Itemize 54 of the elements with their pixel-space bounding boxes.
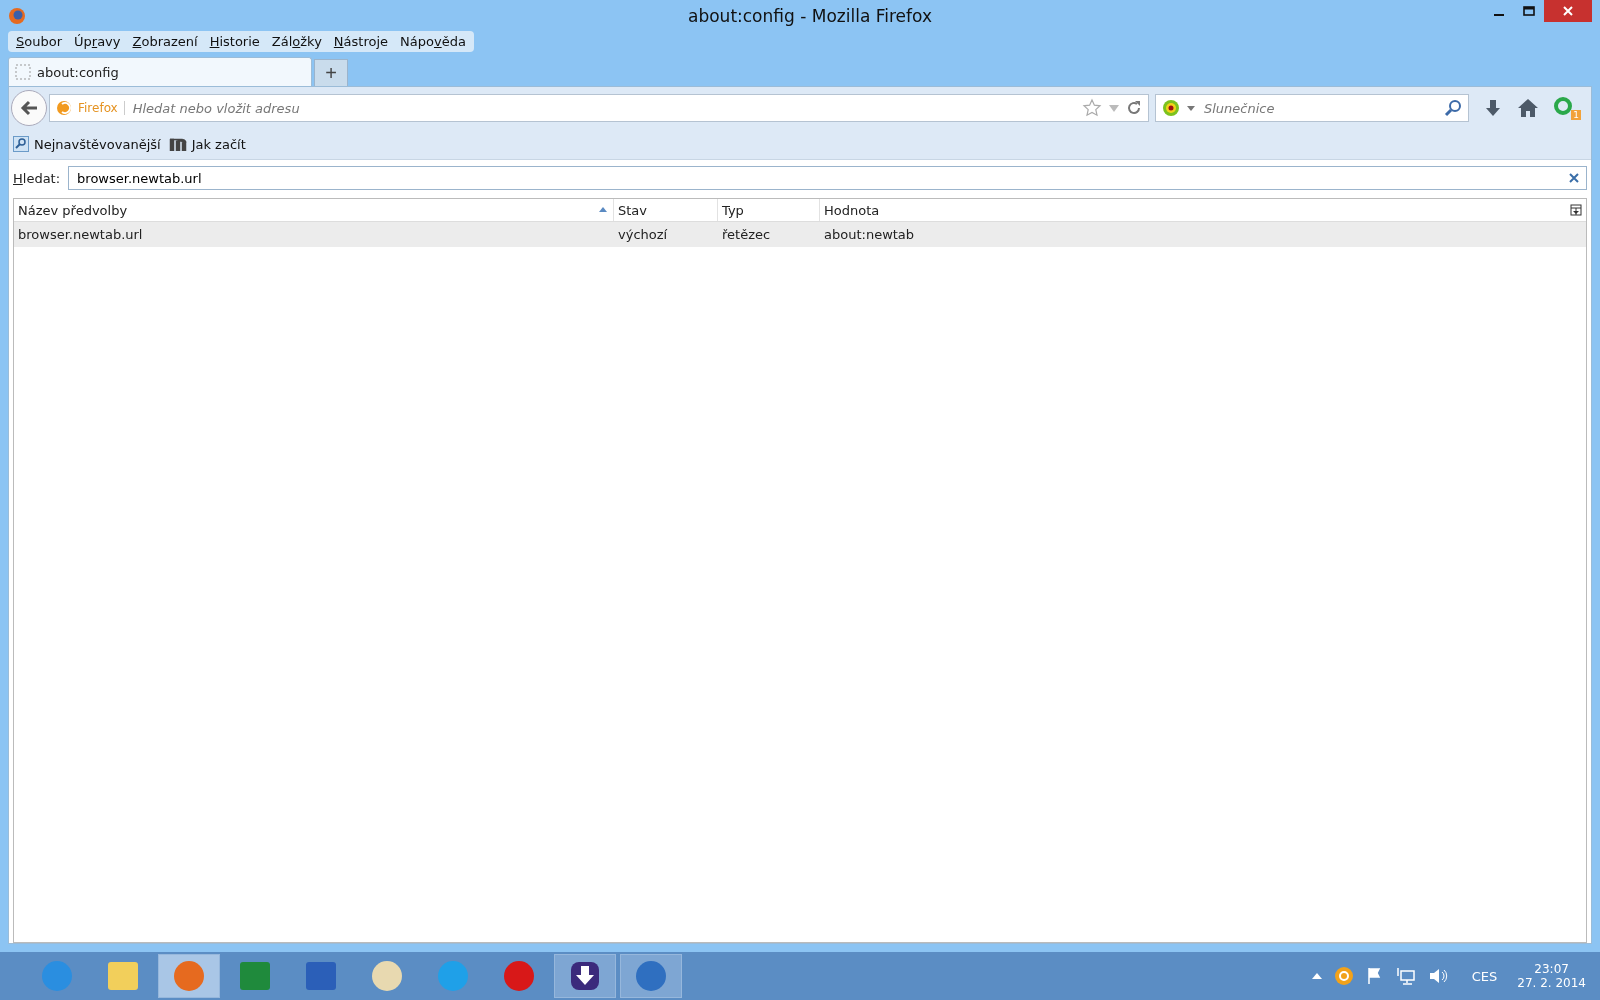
table-row[interactable]: browser.newtab.url výchozí řetězec about:newtab	[14, 222, 1586, 247]
column-header[interactable]: Stav	[614, 199, 718, 221]
firefox-logo-icon	[56, 100, 72, 116]
menu-item[interactable]: Nápověda	[394, 32, 472, 51]
clear-icon[interactable]	[1568, 172, 1580, 184]
tray-expand-icon[interactable]	[1311, 973, 1322, 979]
search-field[interactable]: Slunečnice	[1155, 94, 1469, 122]
firefox-logo-icon	[8, 6, 26, 25]
back-button[interactable]	[11, 90, 47, 126]
maximize-icon	[1523, 6, 1535, 16]
menu-item[interactable]: Soubor	[10, 32, 68, 51]
search-label: Hledat:	[13, 170, 61, 186]
identity-label: Firefox	[78, 101, 125, 115]
dropdown-arrow-icon[interactable]	[1108, 103, 1120, 113]
menu-item[interactable]: Nástroje	[327, 32, 395, 51]
magnifier-icon	[13, 136, 29, 152]
reload-icon[interactable]	[1126, 100, 1142, 116]
column-header[interactable]: Název předvolby	[14, 199, 614, 221]
menu-item[interactable]: Úpravy	[68, 32, 127, 51]
sunflower-icon	[1162, 99, 1180, 117]
star-icon[interactable]	[1082, 98, 1102, 118]
column-picker-icon[interactable]	[1570, 204, 1582, 216]
tray-app-icon[interactable]	[1333, 966, 1354, 986]
close-icon	[1562, 5, 1574, 17]
column-header[interactable]: Typ	[718, 199, 820, 221]
bookmark-item[interactable]: Jak začít	[166, 134, 248, 154]
bookmark-item[interactable]: Nejnavštěvovanější	[11, 134, 163, 154]
new-tab-button[interactable]: +	[314, 59, 348, 86]
menu-item[interactable]: Historie	[203, 32, 266, 51]
dropdown-arrow-icon[interactable]	[1186, 104, 1196, 112]
browser-tab[interactable]: about:config	[8, 57, 312, 86]
column-header[interactable]: Hodnota	[820, 199, 1586, 221]
menu-item[interactable]: Záložky	[265, 32, 328, 51]
network-icon[interactable]	[1395, 967, 1416, 985]
speaker-icon[interactable]	[1427, 967, 1448, 985]
window-title: about:config - Mozilla Firefox	[687, 5, 933, 26]
minimize-icon	[1494, 14, 1504, 16]
home-icon[interactable]	[1517, 98, 1539, 118]
table-cell-text: browser.newtab.url	[17, 227, 144, 242]
page-icon	[15, 64, 31, 80]
filter-field[interactable]: browser.newtab.url	[68, 166, 1587, 190]
back-arrow-icon	[19, 99, 39, 117]
search-icon[interactable]	[1444, 99, 1462, 117]
m-logo-icon	[168, 136, 187, 152]
search-input[interactable]: Slunečnice	[1202, 99, 1438, 117]
table-cell-text: řetězec	[721, 227, 772, 242]
taskbar-app-button[interactable]	[554, 954, 616, 998]
notification-badge: 1	[1571, 110, 1581, 120]
address-input[interactable]: Hledat nebo vložit adresu	[130, 99, 1076, 117]
download-icon[interactable]	[1483, 98, 1503, 118]
menu-item[interactable]: Zobrazení	[126, 32, 204, 51]
table-cell-text: about:newtab	[823, 227, 916, 242]
close-button[interactable]	[1544, 0, 1592, 22]
table-cell-text: výchozí	[617, 227, 669, 242]
